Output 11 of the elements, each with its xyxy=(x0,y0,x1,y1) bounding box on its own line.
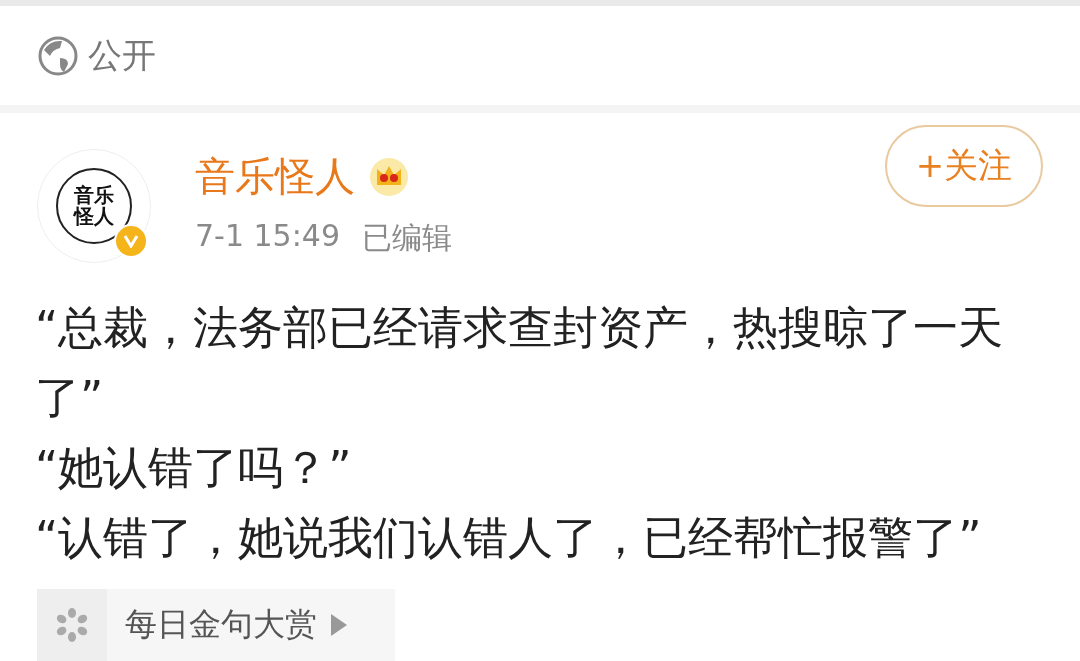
topic-tag[interactable]: 每日金句大赏 xyxy=(37,589,395,661)
globe-icon xyxy=(38,35,78,76)
play-icon xyxy=(331,614,347,636)
post-text: “她认错了吗？” xyxy=(35,440,353,496)
avatar-text: 音乐怪人 xyxy=(72,185,115,227)
post-text: “认错了，她说我们认错人了，已经帮忙报警了” xyxy=(35,510,983,566)
post-text: “总裁，法务部已经请求查封资产，热搜晾了一天了” xyxy=(35,300,1005,426)
edited-label: 已编辑 xyxy=(362,219,452,257)
visibility-label: 公开 xyxy=(88,33,156,77)
post-time: 7-1 15:49 xyxy=(195,218,340,255)
flower-icon xyxy=(54,607,90,643)
